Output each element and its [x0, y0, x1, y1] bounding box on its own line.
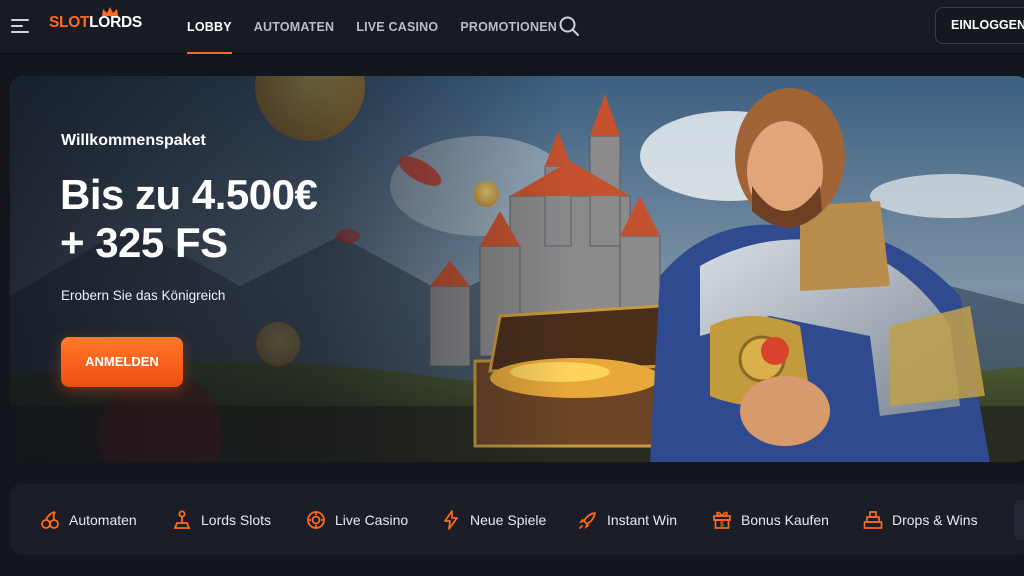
login-button[interactable]: EINLOGGEN: [935, 7, 1024, 44]
gift-dollar-icon: $: [713, 511, 731, 529]
category-bonus-kaufen[interactable]: $ Bonus Kaufen: [712, 484, 829, 555]
top-bar: SLOTLORDS LOBBY AUTOMATEN LIVE CASINO PR…: [0, 0, 1024, 54]
lightning-icon: [444, 509, 458, 530]
logo-part-slot: SLOT: [49, 14, 90, 31]
svg-text:$: $: [720, 521, 724, 528]
joystick-icon: [173, 510, 191, 529]
hero-subtitle: Erobern Sie das Königreich: [61, 288, 226, 303]
category-automaten[interactable]: Automaten: [40, 484, 137, 555]
category-label: Instant Win: [607, 511, 678, 528]
signup-button[interactable]: ANMELDEN: [61, 337, 183, 387]
category-label: Drops & Wins: [892, 511, 978, 528]
crown-icon: [102, 7, 118, 16]
category-live-casino[interactable]: Live Casino: [306, 484, 408, 555]
rocket-icon: [579, 511, 596, 529]
search-icon[interactable]: [558, 15, 580, 37]
category-label: Automaten: [69, 511, 137, 528]
category-scroll-button[interactable]: [1014, 500, 1024, 540]
main-nav: LOBBY AUTOMATEN LIVE CASINO PROMOTIONEN: [187, 0, 579, 54]
hero-title: Bis zu 4.500€ + 325 FS: [60, 171, 318, 267]
category-neue-spiele[interactable]: Neue Spiele: [441, 484, 546, 555]
nav-live-casino[interactable]: LIVE CASINO: [356, 0, 438, 54]
nav-lobby[interactable]: LOBBY: [187, 0, 232, 54]
category-label: Bonus Kaufen: [741, 511, 829, 528]
category-bar: Automaten Lords Slots Live Casino Neue S…: [10, 484, 1024, 555]
nav-automaten[interactable]: AUTOMATEN: [254, 0, 335, 54]
hero-title-line-2: + 325 FS: [60, 219, 228, 266]
pyramid-icon: [863, 510, 883, 529]
cherries-icon: [41, 510, 59, 529]
category-lords-slots[interactable]: Lords Slots: [172, 484, 271, 555]
welcome-banner: Willkommenspaket Bis zu 4.500€ + 325 FS …: [10, 76, 1024, 462]
category-drops-wins[interactable]: Drops & Wins: [863, 484, 978, 555]
hero-title-line-1: Bis zu 4.500€: [60, 171, 318, 218]
hamburger-menu-icon[interactable]: [11, 17, 31, 35]
hero-kicker: Willkommenspaket: [61, 132, 206, 149]
category-instant-win[interactable]: Instant Win: [578, 484, 677, 555]
category-label: Lords Slots: [201, 511, 272, 528]
category-label: Neue Spiele: [470, 511, 547, 528]
nav-promotionen[interactable]: PROMOTIONEN: [460, 0, 557, 54]
category-label: Live Casino: [335, 511, 409, 528]
site-logo[interactable]: SLOTLORDS: [49, 7, 142, 38]
chip-icon: [307, 510, 325, 529]
